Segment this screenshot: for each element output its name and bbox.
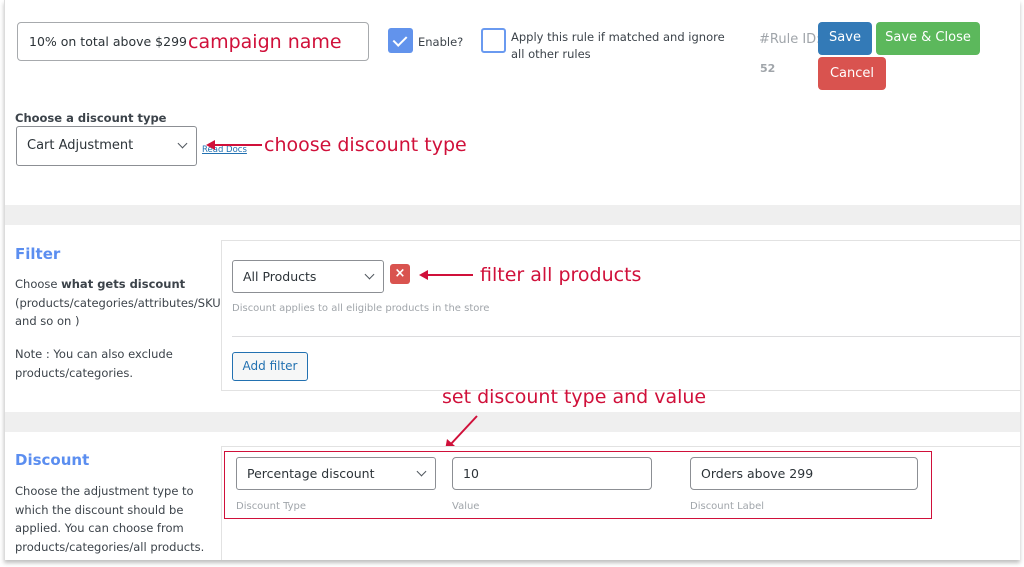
rule-id-label: #Rule ID: bbox=[759, 32, 821, 47]
discount-label-hint: Discount Label bbox=[690, 501, 765, 512]
discount-value: 10 bbox=[463, 466, 479, 481]
discount-section-description: Choose the adjustment type to which the … bbox=[15, 484, 205, 554]
discount-method-selected: Percentage discount bbox=[247, 466, 375, 481]
chevron-down-icon bbox=[416, 466, 427, 476]
enable-label: Enable? bbox=[418, 35, 464, 49]
filter-type-selected: All Products bbox=[243, 269, 317, 284]
discount-type-selected: Cart Adjustment bbox=[27, 138, 134, 153]
enable-checkbox[interactable] bbox=[388, 28, 413, 53]
save-and-close-button[interactable]: Save & Close bbox=[876, 22, 980, 55]
discount-type-select[interactable]: Cart Adjustment bbox=[16, 126, 197, 166]
section-divider bbox=[5, 412, 1020, 432]
exclusive-rule-label: Apply this rule if matched and ignore al… bbox=[511, 30, 725, 61]
annotation-campaign-name: campaign name bbox=[188, 31, 342, 53]
filter-divider bbox=[232, 336, 1020, 337]
filter-hint: Discount applies to all eligible product… bbox=[232, 303, 490, 314]
annotation-filter: filter all products bbox=[480, 264, 642, 286]
discount-section-title: Discount bbox=[15, 451, 90, 469]
discount-type-label: Choose a discount type bbox=[15, 111, 167, 125]
chevron-down-icon bbox=[364, 269, 375, 279]
annotation-arrow-icon bbox=[206, 140, 262, 150]
section-divider bbox=[5, 205, 1020, 225]
filter-type-select[interactable]: All Products bbox=[232, 260, 384, 293]
discount-method-select[interactable]: Percentage discount bbox=[236, 457, 436, 490]
filter-desc-bold: what gets discount bbox=[61, 277, 186, 291]
filter-desc-prefix: Choose bbox=[15, 277, 62, 291]
rule-id-value: 52 bbox=[760, 62, 776, 75]
save-button[interactable]: Save bbox=[818, 22, 872, 55]
filter-section-title: Filter bbox=[15, 245, 61, 263]
annotation-discount-type: choose discount type bbox=[264, 134, 467, 156]
annotation-set-discount: set discount type and value bbox=[442, 386, 707, 408]
chevron-down-icon bbox=[177, 138, 188, 149]
annotation-arrow-icon bbox=[419, 270, 473, 280]
filter-desc-rest: (products/categories/attributes/SKU and … bbox=[15, 295, 221, 329]
add-filter-button[interactable]: Add filter bbox=[232, 352, 308, 381]
discount-type-hint: Discount Type bbox=[236, 501, 307, 512]
rule-editor-page: 10% on total above $299 campaign name En… bbox=[4, 0, 1020, 560]
filter-section-description: Choose what gets discount (products/cate… bbox=[15, 275, 227, 331]
remove-filter-icon[interactable]: × bbox=[390, 264, 410, 284]
filter-note: Note : You can also exclude products/cat… bbox=[15, 347, 173, 380]
discount-value-hint: Value bbox=[452, 501, 480, 512]
discount-value-input[interactable]: 10 bbox=[452, 457, 652, 490]
discount-label-input[interactable]: Orders above 299 bbox=[690, 457, 918, 490]
campaign-name-value: 10% on total above $299 bbox=[29, 34, 187, 49]
cancel-button[interactable]: Cancel bbox=[818, 57, 886, 90]
discount-label-value: Orders above 299 bbox=[701, 466, 814, 481]
exclusive-rule-checkbox[interactable] bbox=[481, 28, 506, 53]
